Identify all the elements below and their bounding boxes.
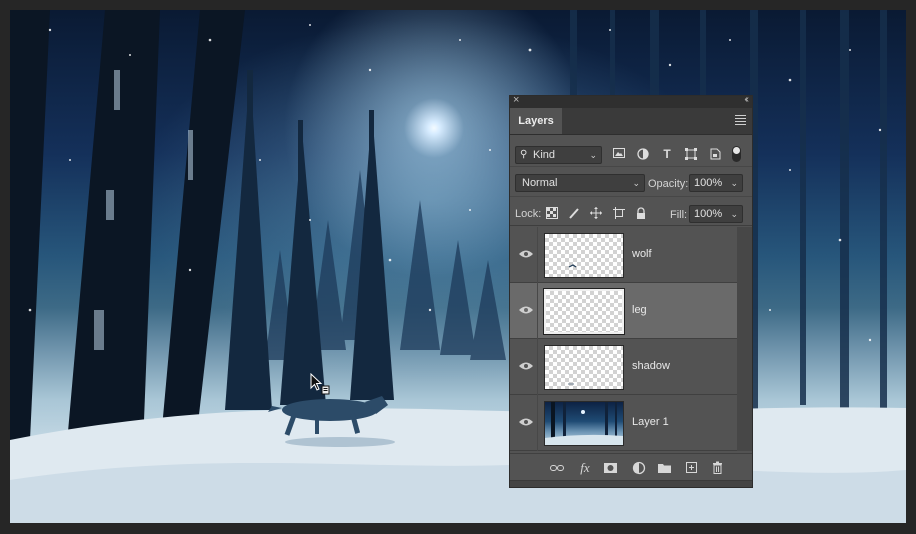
layer-thumbnail <box>544 345 624 390</box>
type-filter-icon[interactable]: T <box>661 148 673 160</box>
fill-value: 100% <box>694 208 723 220</box>
layer-thumbnail <box>544 401 624 446</box>
tab-layers[interactable]: Layers <box>510 108 562 134</box>
fx-icon[interactable]: fx <box>578 461 592 475</box>
visibility-column[interactable] <box>510 395 538 451</box>
opacity-value: 100% <box>694 177 723 189</box>
blend-row: Normal ⌄ Opacity: 100% ⌄ <box>510 170 752 197</box>
collapse-panel-icon[interactable]: ‹‹ <box>744 94 748 105</box>
layer-name[interactable]: leg <box>632 304 647 316</box>
panel-menu-icon[interactable] <box>735 115 746 127</box>
visibility-column[interactable] <box>510 227 538 283</box>
chevron-down-icon[interactable]: ⌄ <box>730 206 738 222</box>
eye-icon[interactable] <box>519 361 533 371</box>
link-layers-icon[interactable] <box>550 461 564 475</box>
lock-artboard-icon[interactable] <box>613 207 625 219</box>
shape-filter-icon[interactable] <box>685 148 697 160</box>
group-folder-icon[interactable] <box>658 461 672 475</box>
lock-row: Lock: Fill: 100% ⌄ <box>510 199 752 226</box>
layer-row-wolf[interactable]: wolf <box>510 227 737 283</box>
panel-tab-bar: Layers <box>510 108 752 135</box>
layer-list-scrollbar[interactable] <box>737 227 752 451</box>
lock-position-icon[interactable] <box>590 207 602 219</box>
filter-kind-label: Kind <box>533 149 556 161</box>
mask-icon[interactable] <box>604 461 618 475</box>
layer-filter-row: ⚲ Kind ⌄ T <box>510 140 752 167</box>
layer-row-layer-1[interactable]: Layer 1 <box>510 395 737 451</box>
lock-all-icon[interactable] <box>635 207 647 219</box>
search-icon: ⚲ <box>520 149 528 160</box>
layer-row-leg[interactable]: leg <box>510 283 737 339</box>
fill-field[interactable]: 100% ⌄ <box>689 205 743 223</box>
panel-titlebar[interactable]: × ‹‹ <box>510 94 752 108</box>
lock-transparent-pixels-icon[interactable] <box>546 207 558 219</box>
image-filter-icon[interactable] <box>613 148 625 160</box>
layer-name[interactable]: wolf <box>632 248 652 260</box>
layer-thumbnail <box>543 288 625 335</box>
filter-kind-dropdown[interactable]: ⚲ Kind ⌄ <box>515 146 602 164</box>
close-icon[interactable]: × <box>513 94 519 106</box>
opacity-label: Opacity: <box>648 178 689 190</box>
layers-panel: × ‹‹ Layers ⚲ Kind ⌄ T Normal ⌄ Opacity:… <box>509 94 753 488</box>
lock-label: Lock: <box>515 208 542 220</box>
chevron-down-icon: ⌄ <box>589 150 597 160</box>
opacity-field[interactable]: 100% ⌄ <box>689 174 743 192</box>
eye-icon[interactable] <box>519 305 533 315</box>
eye-icon[interactable] <box>519 417 533 427</box>
panel-footer: fx <box>510 453 752 482</box>
fill-label: Fill: <box>670 209 688 221</box>
layer-thumbnail <box>544 233 624 278</box>
visibility-column[interactable] <box>510 283 538 339</box>
lock-image-pixels-icon[interactable] <box>568 207 580 219</box>
new-layer-icon[interactable] <box>685 461 699 475</box>
layer-list: wolf leg shadow Layer 1 <box>510 227 737 451</box>
layer-name[interactable]: shadow <box>632 360 670 372</box>
adjustment-layer-icon[interactable] <box>632 461 646 475</box>
layer-name[interactable]: Layer 1 <box>632 416 669 428</box>
adjustment-filter-icon[interactable] <box>637 148 649 160</box>
trash-icon[interactable] <box>711 461 725 475</box>
visibility-column[interactable] <box>510 339 538 395</box>
mouse-cursor-icon <box>310 373 330 395</box>
eye-icon[interactable] <box>519 249 533 259</box>
panel-resize-handle[interactable] <box>510 480 752 487</box>
chevron-down-icon: ⌄ <box>632 178 640 188</box>
filter-toggle-switch[interactable] <box>732 146 741 162</box>
blend-mode-dropdown[interactable]: Normal ⌄ <box>515 174 645 192</box>
smart-object-filter-icon[interactable] <box>709 148 721 160</box>
forest-scene-image <box>10 10 906 523</box>
blend-mode-value: Normal <box>522 177 558 189</box>
layer-row-shadow[interactable]: shadow <box>510 339 737 395</box>
chevron-down-icon[interactable]: ⌄ <box>730 175 738 191</box>
document-canvas[interactable] <box>10 10 906 523</box>
